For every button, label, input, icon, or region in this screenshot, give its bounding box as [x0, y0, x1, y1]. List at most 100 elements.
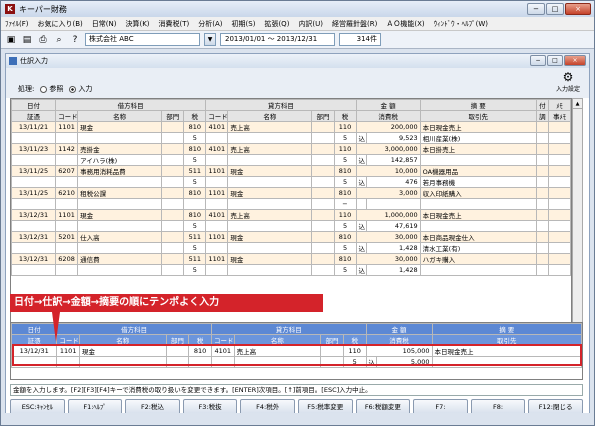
menu-item[interactable]: 分析(A)	[198, 19, 222, 29]
debit-rate-cell: 5	[183, 132, 207, 144]
blank-cell	[55, 264, 79, 276]
data-icon[interactable]: ▤	[21, 34, 33, 46]
table-row[interactable]: アイハラ(株) 5 5 込 142,857	[11, 154, 571, 166]
credit-rate-cell: 5	[333, 220, 357, 232]
blank-cell	[547, 198, 571, 210]
search-icon[interactable]: ⌕	[53, 34, 65, 46]
table-row[interactable]: 5 5 込 1,428	[11, 264, 571, 276]
amount-cell: 30,000	[355, 253, 421, 265]
save-icon[interactable]: ▣	[5, 34, 17, 46]
blank-cell	[311, 220, 335, 232]
callout-arrow-icon	[52, 312, 60, 342]
debit-rate-cell: 5	[183, 242, 207, 254]
chevron-down-icon[interactable]: ▼	[204, 33, 216, 46]
table-row[interactable]: 13/11/25 6210 租税公課 810 1101 現金 810 3,000 収入印紙購入	[11, 187, 571, 199]
voucher-cell	[11, 198, 57, 210]
grid-subheader: 名称	[227, 110, 313, 122]
memo-cell: 本日現金売上	[419, 209, 537, 221]
debit-rate-cell: 5	[183, 264, 207, 276]
amount-cell: 10,000	[355, 165, 421, 177]
blank-cell	[227, 264, 313, 276]
menu-item[interactable]: ＡＯ機能(X)	[386, 19, 424, 29]
menu-item[interactable]: ﾌｧｲﾙ(F)	[5, 19, 29, 29]
child-minimize-button[interactable]: −	[530, 55, 546, 66]
maximize-button[interactable]: □	[546, 3, 564, 15]
debit-name-cell: 仕入高	[77, 231, 163, 243]
blank-cell	[205, 242, 229, 254]
settings-icon: ⚙	[562, 70, 574, 84]
tax-amount-cell: 476	[365, 176, 421, 188]
tax-amount-cell	[365, 198, 421, 210]
table-row[interactable]: 13/11/25 6207 事務用消耗品費 511 1101 現金 810 10,000 OA機…	[11, 165, 571, 177]
table-row[interactable]: 5 5 込 1,428 清水工業(有)	[11, 242, 571, 254]
blank-cell	[227, 176, 313, 188]
print-icon[interactable]: ⎙	[37, 34, 49, 46]
vertical-scrollbar[interactable]: ▲ ▼	[572, 98, 583, 340]
table-row[interactable]: 13/12/31 1101 現金 810 4101 売上高 110 1,000,000 本日現金…	[11, 209, 571, 221]
radio-view[interactable]: 参照	[40, 84, 63, 94]
table-row[interactable]: 5 5 込 476 若月事務機	[11, 176, 571, 188]
credit-name-cell: 現金	[227, 187, 313, 199]
date-cell: 13/11/23	[11, 143, 57, 155]
debit-rate-cell: 5	[183, 176, 207, 188]
credit-dept-cell	[311, 231, 335, 243]
menu-item[interactable]: 初期(S)	[232, 19, 256, 29]
table-row[interactable]: −	[11, 198, 571, 210]
debit-tax-cell: 810	[183, 187, 207, 199]
note-cell	[547, 187, 571, 199]
child-window-controls: − □ ×	[530, 55, 586, 66]
child-close-button[interactable]: ×	[564, 55, 586, 66]
credit-rate-cell: 5	[333, 132, 357, 144]
debit-dept-cell	[161, 165, 185, 177]
blank-cell	[227, 242, 313, 254]
blank-cell	[227, 132, 313, 144]
menu-item[interactable]: 経営羅針盤(R)	[332, 19, 377, 29]
company-select[interactable]: 株式会社 ABC	[85, 33, 200, 46]
amount-cell: 1,000,000	[355, 209, 421, 221]
entry-header: 借方科目	[56, 323, 212, 335]
menu-item[interactable]: 消費税(T)	[159, 19, 190, 29]
blank-cell	[227, 220, 313, 232]
grid-header: 借方科目	[55, 99, 207, 111]
grid-subheader: 消費税	[355, 110, 421, 122]
date-cell: 13/12/31	[11, 253, 57, 265]
table-row[interactable]: 13/12/31 5201 仕入高 511 1101 現金 810 30,000 本日商品現金仕…	[11, 231, 571, 243]
close-button[interactable]: ×	[565, 3, 591, 15]
table-row[interactable]: 13/11/23 1142 売掛金 810 4101 売上高 110 3,000,000 本日掛…	[11, 143, 571, 155]
table-row[interactable]: 13/11/21 1101 現金 810 4101 売上高 110 200,000 本日現金売上	[11, 121, 571, 133]
blank-cell	[535, 132, 549, 144]
blank-cell	[547, 176, 571, 188]
menu-item[interactable]: ｳｨﾝﾄﾞｳ・ﾍﾙﾌﾟ(W)	[434, 19, 488, 29]
grid-subheader: 税	[333, 110, 357, 122]
child-maximize-button[interactable]: □	[547, 55, 563, 66]
menu-item[interactable]: 拡張(Q)	[264, 19, 289, 29]
minimize-button[interactable]: −	[527, 3, 545, 15]
blank-cell	[55, 198, 79, 210]
menu-item[interactable]: 日常(N)	[92, 19, 117, 29]
menu-item[interactable]: 決算(K)	[125, 19, 149, 29]
debit-sub-cell	[77, 176, 163, 188]
table-row[interactable]: 5 5 込 9,523 相川産業(株)	[11, 132, 571, 144]
partner-cell: 相川産業(株)	[419, 132, 537, 144]
tax-amount-cell: 1,428	[365, 264, 421, 276]
partner-cell: 清水工業(有)	[419, 242, 537, 254]
memo-cell: 本日掛売上	[419, 143, 537, 155]
input-settings-button[interactable]: ⚙ 入力設定	[553, 70, 583, 93]
blank-cell	[55, 132, 79, 144]
credit-tax-cell: 110	[333, 209, 357, 221]
table-row[interactable]: 5 5 込 47,619	[11, 220, 571, 232]
blank-cell	[535, 154, 549, 166]
entry-header: 摘 要	[431, 323, 582, 335]
blank-cell	[205, 176, 229, 188]
blank-cell	[205, 154, 229, 166]
process-label: 処理:	[18, 85, 35, 93]
app-title: キーパー財務	[19, 4, 67, 14]
scroll-up-icon[interactable]: ▲	[573, 99, 582, 109]
help-icon[interactable]: ?	[69, 34, 81, 46]
table-row[interactable]: 13/12/31 6208 通信費 511 1101 現金 810 30,000 ハガキ購入	[11, 253, 571, 265]
menu-item[interactable]: 内訳(U)	[298, 19, 323, 29]
radio-input[interactable]: 入力	[69, 84, 92, 94]
debit-sub-cell	[77, 132, 163, 144]
period-field[interactable]: 2013/01/01 〜 2013/12/31	[220, 33, 335, 46]
menu-item[interactable]: お気に入り(B)	[38, 19, 83, 29]
